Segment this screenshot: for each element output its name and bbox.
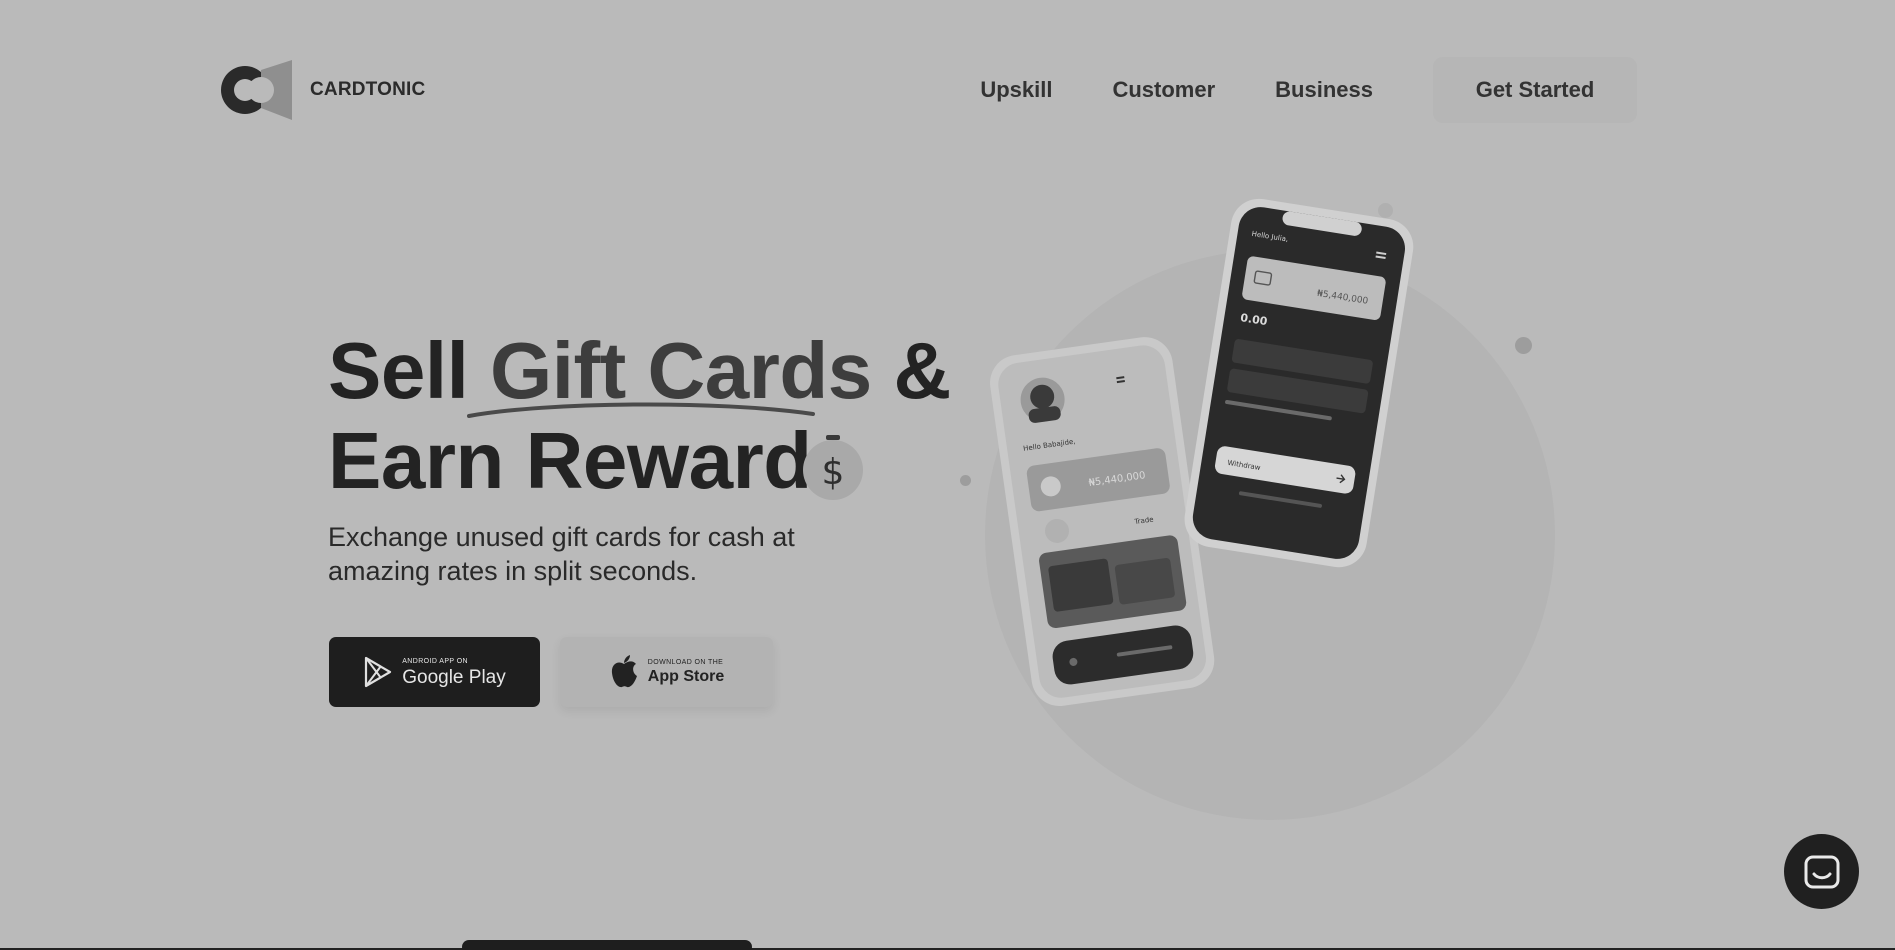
hero-subtitle: Exchange unused gift cards for cash at a… [328, 522, 795, 586]
google-play-small: ANDROID APP ON [402, 657, 468, 665]
app-store-button[interactable]: DOWNLOAD ON THE App Store [560, 637, 773, 707]
nav-customer[interactable]: Customer [1112, 77, 1215, 103]
nav-upskill[interactable]: Upskill [980, 77, 1052, 103]
google-play-button[interactable]: ANDROID APP ON Google Play [329, 637, 540, 707]
hero-illustration: Hello Babajide, ₦5,440,000 Trade Hello J… [985, 198, 1555, 820]
get-started-button[interactable]: Get Started [1433, 57, 1637, 123]
money-bag-icon: $ [803, 435, 863, 500]
svg-text:$: $ [822, 452, 845, 493]
bottom-section-pill [462, 940, 752, 950]
chat-button[interactable] [1784, 834, 1859, 909]
hero-title-line2: Earn Reward [328, 416, 812, 505]
brand-name: CARDTONIC [310, 79, 426, 100]
google-play-icon [365, 656, 392, 688]
nav-business[interactable]: Business [1275, 77, 1373, 103]
hero-title-part2: & [893, 326, 952, 415]
app-store-label: App Store [647, 668, 725, 685]
brand-logo[interactable]: CARDTONIC [221, 58, 425, 122]
cardtonic-logo-icon [221, 60, 292, 120]
title-underline [467, 402, 815, 418]
app-store-small: DOWNLOAD ON THE [647, 659, 724, 666]
hero-title-part1: Sell [328, 326, 469, 415]
google-play-label: Google Play [402, 666, 506, 688]
chat-icon [1804, 855, 1839, 888]
apple-icon [611, 655, 637, 688]
main-nav: Upskill Customer Business Get Started [980, 57, 1637, 123]
